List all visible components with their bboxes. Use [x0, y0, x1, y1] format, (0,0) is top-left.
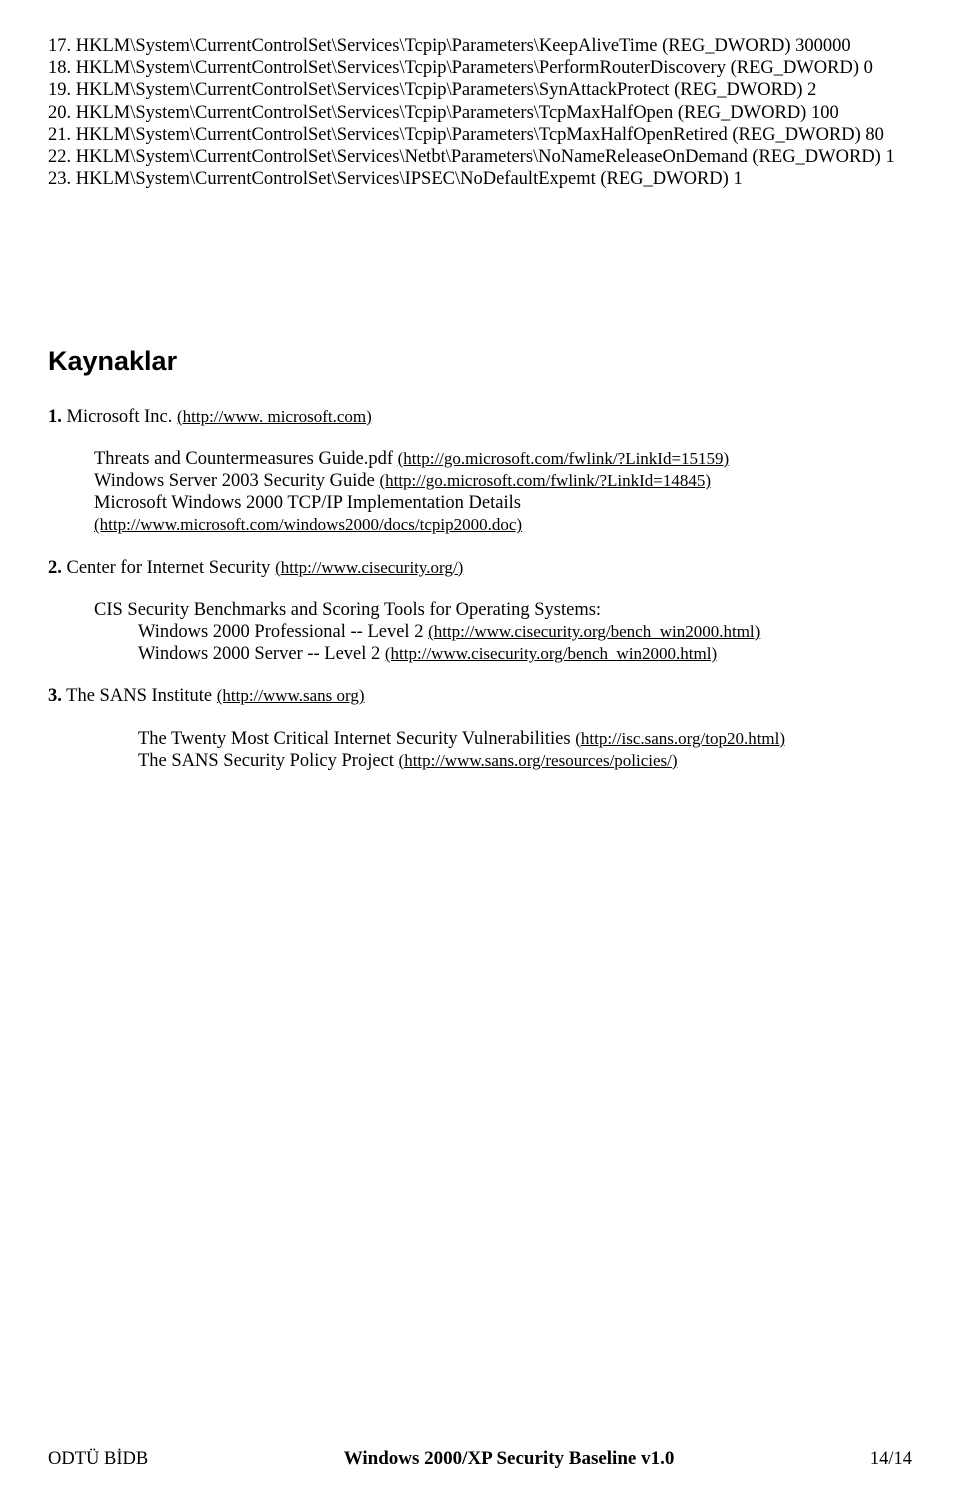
reg-text: HKLM\System\CurrentControlSet\Services\T…: [76, 103, 839, 123]
registry-item: 18. HKLM\System\CurrentControlSet\Servic…: [48, 57, 912, 79]
footer-center: Windows 2000/XP Security Baseline v1.0: [344, 1448, 675, 1471]
ref1-line2-text: Windows Server 2003 Security Guide: [94, 471, 379, 491]
ref2-line3: Windows 2000 Server -- Level 2 (http://w…: [138, 643, 912, 665]
ref3-line2: The SANS Security Policy Project (http:/…: [138, 750, 912, 772]
ref1-line2: Windows Server 2003 Security Guide (http…: [94, 470, 912, 492]
ref1-title: 1. Microsoft Inc. (http://www. microsoft…: [48, 406, 912, 428]
ref3-url[interactable]: (http://www.sans org): [217, 686, 365, 705]
ref2-vendor: Center for Internet Security: [67, 558, 276, 578]
reg-text: HKLM\System\CurrentControlSet\Services\T…: [76, 80, 817, 100]
ref1-num: 1.: [48, 407, 62, 427]
registry-item: 23. HKLM\System\CurrentControlSet\Servic…: [48, 168, 912, 190]
ref2-line2: Windows 2000 Professional -- Level 2 (ht…: [138, 621, 912, 643]
reg-text: HKLM\System\CurrentControlSet\Services\N…: [76, 147, 895, 167]
ref1-line1-url[interactable]: (http://go.microsoft.com/fwlink/?LinkId=…: [398, 449, 730, 468]
registry-item: 21. HKLM\System\CurrentControlSet\Servic…: [48, 124, 912, 146]
reg-num: 18.: [48, 58, 71, 78]
ref1-line3-url-wrap: (http://www.microsoft.com/windows2000/do…: [94, 514, 912, 536]
ref1-line1: Threats and Countermeasures Guide.pdf (h…: [94, 448, 912, 470]
ref1-url[interactable]: (http://www. microsoft.com): [177, 407, 372, 426]
reg-num: 23.: [48, 169, 71, 189]
ref1-vendor: Microsoft Inc.: [67, 407, 173, 427]
ref1-line2-url[interactable]: (http://go.microsoft.com/fwlink/?LinkId=…: [379, 471, 711, 490]
ref2-title: 2. Center for Internet Security (http://…: [48, 557, 912, 579]
registry-item: 17. HKLM\System\CurrentControlSet\Servic…: [48, 35, 912, 57]
reference-3: 3. The SANS Institute (http://www.sans o…: [48, 685, 912, 772]
ref1-line3-url[interactable]: (http://www.microsoft.com/windows2000/do…: [94, 515, 522, 534]
page-footer: ODTÜ BİDB Windows 2000/XP Security Basel…: [48, 1448, 912, 1471]
ref1-sub: Threats and Countermeasures Guide.pdf (h…: [94, 448, 912, 537]
registry-item: 20. HKLM\System\CurrentControlSet\Servic…: [48, 102, 912, 124]
ref2-line3-url[interactable]: (http://www.cisecurity.org/bench_win2000…: [385, 644, 717, 663]
ref2-line3-text: Windows 2000 Server -- Level 2: [138, 644, 385, 664]
ref2-sub: CIS Security Benchmarks and Scoring Tool…: [94, 599, 912, 666]
ref3-line2-url[interactable]: (http://www.sans.org/resources/policies/…: [399, 751, 678, 770]
ref1-line3: Microsoft Windows 2000 TCP/IP Implementa…: [94, 492, 912, 514]
ref3-num: 3.: [48, 686, 62, 706]
reg-text: HKLM\System\CurrentControlSet\Services\T…: [76, 36, 851, 56]
reference-2: 2. Center for Internet Security (http://…: [48, 557, 912, 666]
ref3-title: 3. The SANS Institute (http://www.sans o…: [48, 685, 912, 707]
ref3-vendor: The SANS Institute: [66, 686, 217, 706]
ref1-line3-text: Microsoft Windows 2000 TCP/IP Implementa…: [94, 493, 521, 513]
ref2-line1: CIS Security Benchmarks and Scoring Tool…: [94, 599, 912, 621]
ref2-num: 2.: [48, 558, 62, 578]
reg-num: 19.: [48, 80, 71, 100]
heading-kaynaklar: Kaynaklar: [48, 345, 912, 377]
registry-list: 17. HKLM\System\CurrentControlSet\Servic…: [48, 35, 912, 190]
reg-num: 22.: [48, 147, 71, 167]
footer-right: 14/14: [870, 1448, 912, 1470]
footer-left: ODTÜ BİDB: [48, 1448, 148, 1470]
reg-text: HKLM\System\CurrentControlSet\Services\T…: [76, 125, 884, 145]
reg-num: 20.: [48, 103, 71, 123]
reg-num: 21.: [48, 125, 71, 145]
ref2-line2-text: Windows 2000 Professional -- Level 2: [138, 622, 428, 642]
registry-item: 22. HKLM\System\CurrentControlSet\Servic…: [48, 146, 912, 168]
ref3-line1: The Twenty Most Critical Internet Securi…: [138, 728, 912, 750]
ref3-line1-url[interactable]: (http://isc.sans.org/top20.html): [575, 729, 785, 748]
ref3-line2-text: The SANS Security Policy Project: [138, 751, 399, 771]
ref3-sub: The Twenty Most Critical Internet Securi…: [138, 728, 912, 772]
ref1-line1-text: Threats and Countermeasures Guide.pdf: [94, 449, 398, 469]
reg-text: HKLM\System\CurrentControlSet\Services\I…: [76, 169, 743, 189]
registry-item: 19. HKLM\System\CurrentControlSet\Servic…: [48, 79, 912, 101]
ref2-url[interactable]: (http://www.cisecurity.org/): [275, 558, 463, 577]
reg-text: HKLM\System\CurrentControlSet\Services\T…: [76, 58, 873, 78]
reference-1: 1. Microsoft Inc. (http://www. microsoft…: [48, 406, 912, 537]
reg-num: 17.: [48, 36, 71, 56]
ref3-line1-text: The Twenty Most Critical Internet Securi…: [138, 729, 575, 749]
ref2-line2-url[interactable]: (http://www.cisecurity.org/bench_win2000…: [428, 622, 760, 641]
